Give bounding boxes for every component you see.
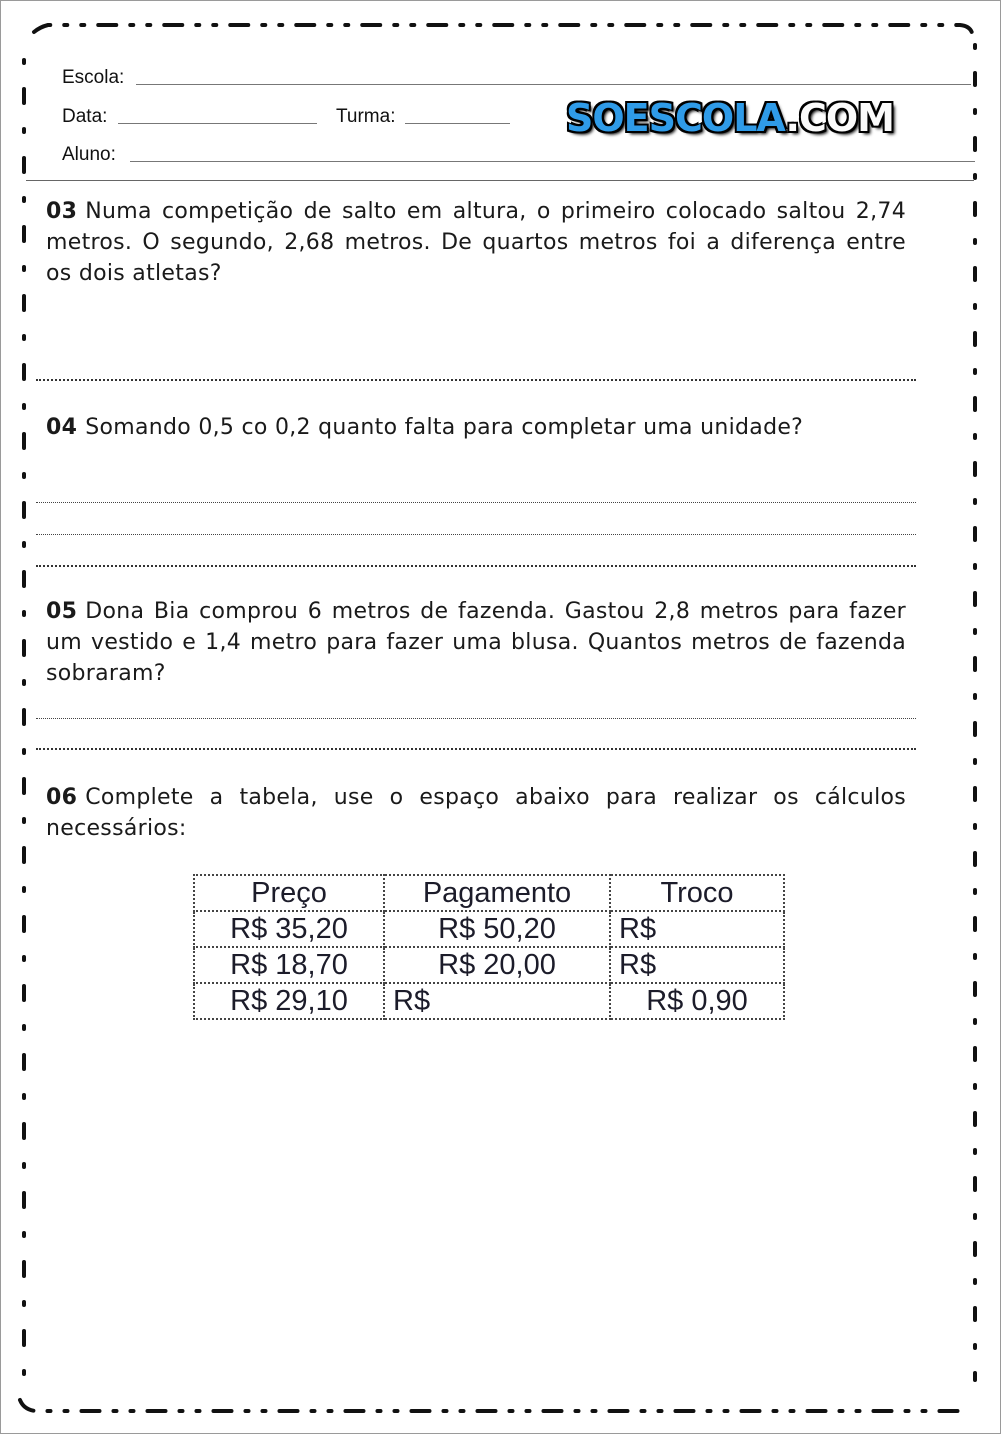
class-field[interactable]	[405, 123, 510, 124]
table-row: R$ 35,20 R$ 50,20 R$	[193, 910, 785, 948]
header-divider	[26, 180, 974, 181]
date-field[interactable]	[118, 123, 317, 124]
header-payment: Pagamento	[383, 874, 611, 912]
payment-cell[interactable]: R$	[383, 982, 611, 1020]
question-text: Complete a tabela, use o espaço abaixo p…	[46, 785, 906, 841]
question-03: 03 Numa competição de salto em altura, o …	[46, 196, 906, 289]
answer-line[interactable]	[36, 748, 916, 750]
change-cell[interactable]: R$	[609, 946, 785, 984]
question-number: 03	[46, 199, 78, 224]
change-cell[interactable]: R$	[609, 910, 785, 948]
question-04: 04 Somando 0,5 co 0,2 quanto falta para c…	[46, 412, 906, 443]
question-text: Somando 0,5 co 0,2 quanto falta para com…	[85, 415, 804, 440]
table-header-row: Preço Pagamento Troco	[193, 874, 785, 912]
answer-line[interactable]	[36, 379, 916, 381]
school-field[interactable]	[136, 84, 971, 85]
student-field[interactable]	[130, 161, 975, 162]
class-label: Turma:	[336, 106, 396, 127]
header-price: Preço	[193, 874, 385, 912]
question-number: 04	[46, 415, 78, 440]
question-06: 06 Complete a tabela, use o espaço abaixo…	[46, 782, 906, 844]
site-logo: SOESCOLA.COM	[566, 96, 895, 140]
answer-line[interactable]	[36, 534, 916, 535]
price-cell: R$ 18,70	[193, 946, 385, 984]
header-change: Troco	[609, 874, 785, 912]
payment-cell: R$ 50,20	[383, 910, 611, 948]
student-label: Aluno:	[62, 144, 116, 165]
question-number: 06	[46, 785, 78, 810]
logo-suffix: .COM	[785, 96, 895, 140]
answer-line[interactable]	[36, 565, 916, 567]
change-table: Preço Pagamento Troco R$ 35,20 R$ 50,20 …	[193, 874, 785, 1020]
table-row: R$ 29,10 R$ R$ 0,90	[193, 982, 785, 1020]
logo-main: SOESCOLA	[566, 96, 787, 140]
table-row: R$ 18,70 R$ 20,00 R$	[193, 946, 785, 984]
change-cell: R$ 0,90	[609, 982, 785, 1020]
answer-line[interactable]	[36, 718, 916, 719]
question-text: Numa competição de salto em altura, o pr…	[46, 199, 906, 286]
date-label: Data:	[62, 106, 108, 127]
price-cell: R$ 29,10	[193, 982, 385, 1020]
question-text: Dona Bia comprou 6 metros de fazenda. Ga…	[46, 599, 906, 686]
answer-line[interactable]	[36, 502, 916, 503]
payment-cell: R$ 20,00	[383, 946, 611, 984]
question-05: 05 Dona Bia comprou 6 metros de fazenda. …	[46, 596, 906, 689]
price-cell: R$ 35,20	[193, 910, 385, 948]
question-number: 05	[46, 599, 78, 624]
school-label: Escola:	[62, 67, 125, 88]
